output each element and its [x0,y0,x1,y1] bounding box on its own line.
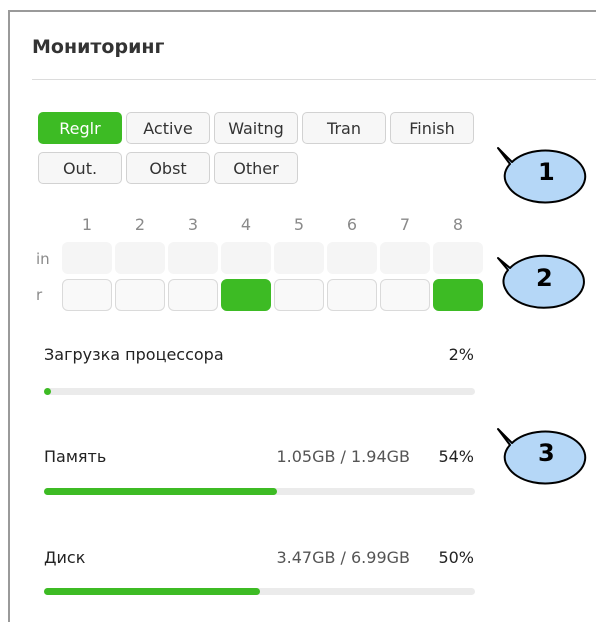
grid-column-number: 4 [240,215,252,234]
status-button-out[interactable]: Out. [38,152,122,184]
grid-r-cell-3 [168,279,218,311]
grid-column-number: 6 [346,215,358,234]
callout-1: 1 [488,142,592,204]
callout-1-number: 1 [538,158,555,186]
memory-detail: 1.05GB / 1.94GB [276,447,410,466]
cpu-label: Загрузка процессора [44,345,224,364]
disk-label: Диск [44,548,86,567]
status-button-other[interactable]: Other [214,152,298,184]
grid-r-cell-2 [115,279,165,311]
status-button-active[interactable]: Active [126,112,210,144]
title-divider [32,79,596,80]
grid-r-cell-6 [327,279,377,311]
disk-progress-track [44,588,475,595]
grid-in-cell-1 [62,242,112,274]
status-button-reglr[interactable]: Reglr [38,112,122,144]
disk-progress-fill [44,588,260,595]
monitoring-panel [8,10,596,622]
grid-column-number: 1 [81,215,93,234]
grid-r-cell-1 [62,279,112,311]
callout-2-number: 2 [536,264,553,292]
grid-r-cell-4 [221,279,271,311]
grid-column-number: 5 [293,215,305,234]
memory-percent: 54% [438,447,474,466]
page-title: Мониторинг [32,36,165,58]
grid-column-number: 2 [134,215,146,234]
grid-in-cell-3 [168,242,218,274]
disk-percent: 50% [438,548,474,567]
status-button-finish[interactable]: Finish [390,112,474,144]
grid-in-cell-5 [274,242,324,274]
cpu-progress-fill [44,388,51,395]
memory-progress-fill [44,488,277,495]
grid-column-number: 7 [399,215,411,234]
grid-in-cell-2 [115,242,165,274]
cpu-progress-track [44,388,475,395]
grid-column-number: 8 [452,215,464,234]
disk-detail: 3.47GB / 6.99GB [276,548,410,567]
status-button-obst[interactable]: Obst [126,152,210,184]
status-button-waiting[interactable]: Waitng [214,112,298,144]
grid-row-label-r: r [36,286,43,304]
status-button-tran[interactable]: Tran [302,112,386,144]
callout-3: 3 [488,423,592,485]
memory-progress-track [44,488,475,495]
grid-in-cell-4 [221,242,271,274]
grid-in-cell-8 [433,242,483,274]
grid-in-cell-6 [327,242,377,274]
memory-label: Память [44,447,107,466]
grid-r-cell-5 [274,279,324,311]
grid-r-cell-7 [380,279,430,311]
grid-r-cell-8 [433,279,483,311]
grid-row-label-in: in [36,250,50,268]
cpu-percent: 2% [448,345,474,364]
grid-in-cell-7 [380,242,430,274]
grid-column-number: 3 [187,215,199,234]
callout-3-number: 3 [538,439,555,467]
callout-2: 2 [488,246,592,310]
